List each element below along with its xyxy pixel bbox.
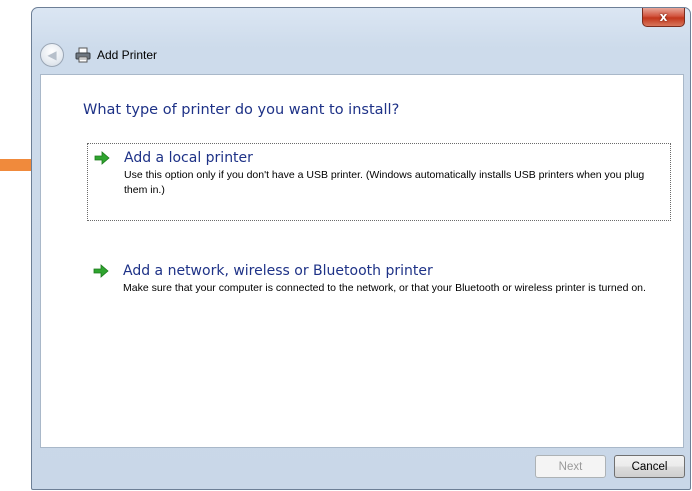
option-description: Use this option only if you don't have a…	[124, 169, 645, 196]
close-button[interactable]: x	[642, 8, 685, 27]
cancel-button[interactable]: Cancel	[614, 455, 685, 478]
wizard-content: What type of printer do you want to inst…	[40, 74, 684, 448]
back-arrow-icon: ◀	[47, 48, 57, 62]
window-title: Add Printer	[97, 48, 158, 62]
option-add-network-printer[interactable]: Add a network, wireless or Bluetooth pri…	[87, 257, 671, 327]
back-button[interactable]: ◀	[40, 43, 64, 67]
title-bar: ◀ Add Printer	[40, 42, 157, 68]
option-add-local-printer[interactable]: Add a local printer Use this option only…	[87, 143, 671, 221]
option-description: Make sure that your computer is connecte…	[123, 282, 646, 294]
green-arrow-icon	[94, 151, 110, 165]
option-label: Add a network, wireless or Bluetooth pri…	[123, 263, 433, 279]
close-icon: x	[659, 10, 668, 24]
green-arrow-icon	[93, 264, 109, 278]
page-heading: What type of printer do you want to inst…	[83, 102, 400, 118]
next-button[interactable]: Next	[535, 455, 606, 478]
printer-icon	[75, 47, 91, 63]
option-label: Add a local printer	[124, 150, 253, 166]
